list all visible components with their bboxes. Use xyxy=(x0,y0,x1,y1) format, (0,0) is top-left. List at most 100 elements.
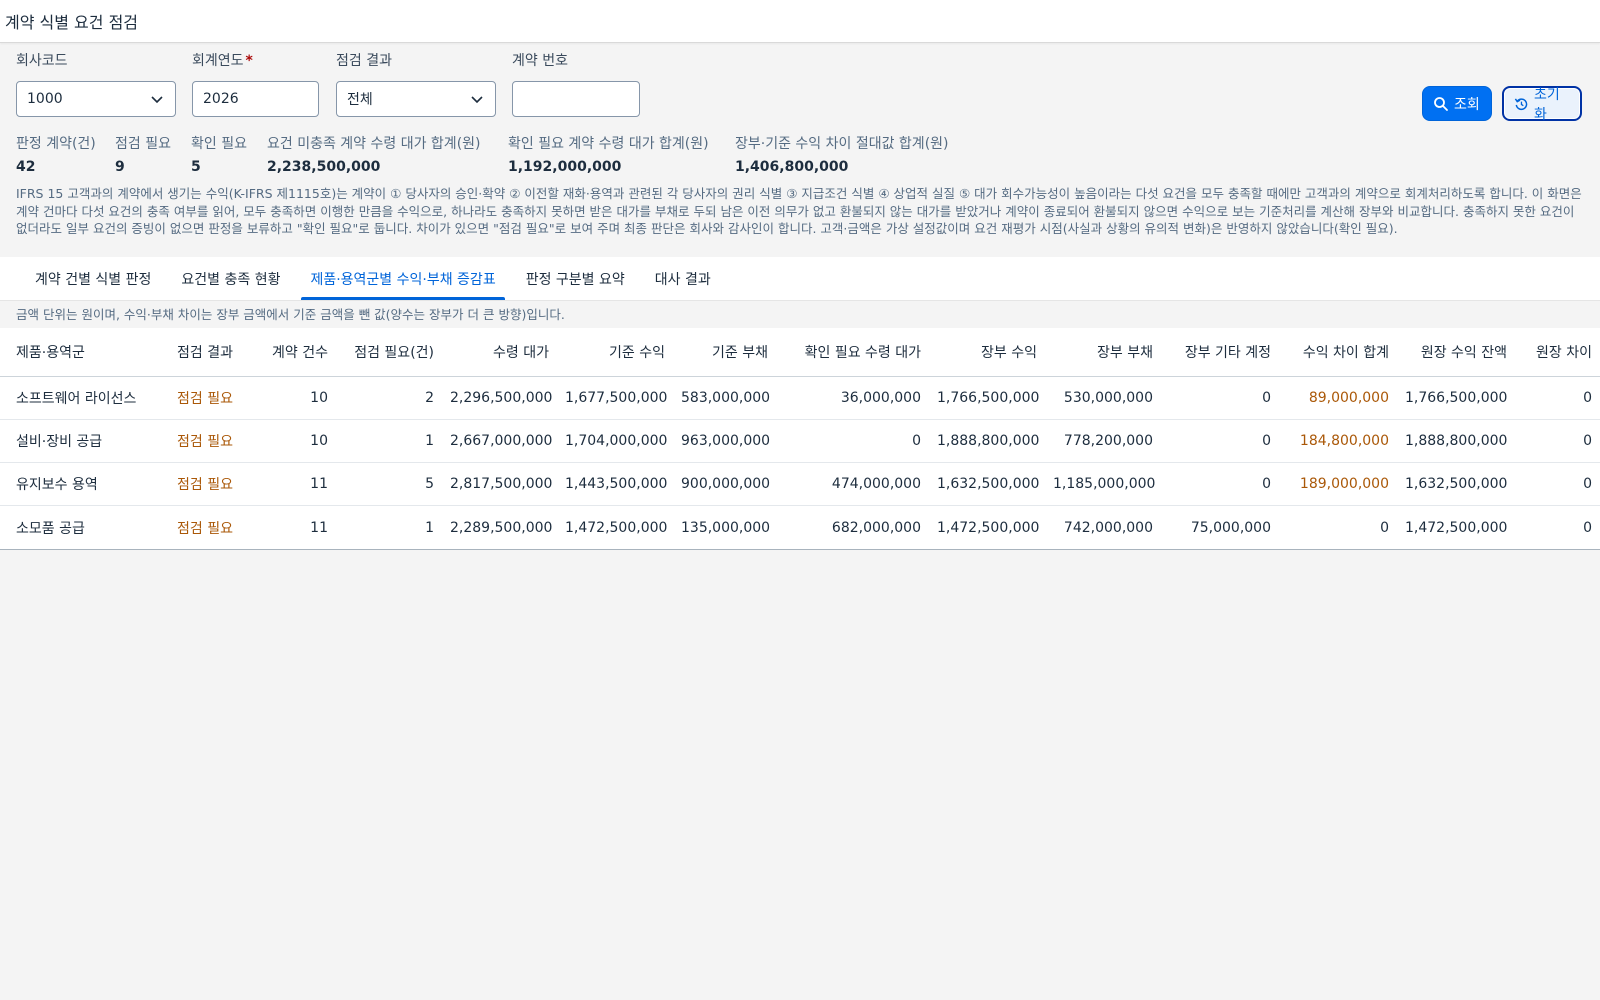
column-header[interactable]: 점검 결과 xyxy=(169,342,253,362)
check-result-label: 점검 결과 xyxy=(336,53,392,69)
table-cell: 소프트웨어 라이선스 xyxy=(16,391,137,407)
column-header[interactable]: 기준 수익 xyxy=(557,342,673,362)
table-cell: 36,000,000 xyxy=(840,390,921,406)
contract-no-field: 계약 번호 xyxy=(512,51,640,117)
table-cell: 0 xyxy=(1262,433,1271,449)
table-cell: 75,000,000 xyxy=(1190,519,1271,536)
company-code-field: 회사코드 1000 xyxy=(16,51,176,117)
filter-bar: 회사코드 1000 회계연도 * 2026 점검 결과 전체 계약 번호 xyxy=(0,43,1600,133)
column-header[interactable]: 확인 필요 수령 대가 xyxy=(776,342,929,362)
tab-requirement-status[interactable]: 요건별 충족 현황 xyxy=(166,257,295,300)
tab-contract-judgment[interactable]: 계약 건별 식별 판정 xyxy=(20,257,166,300)
column-header[interactable]: 점검 필요(건) xyxy=(336,342,442,362)
fiscal-year-input[interactable]: 2026 xyxy=(192,81,319,117)
reset-button[interactable]: 초기화 xyxy=(1502,86,1582,123)
table-cell: 135,000,000 xyxy=(681,519,771,536)
table-row[interactable]: 설비·장비 공급 점검 필요 10 1 2,667,000,000 1,704,… xyxy=(0,420,1600,463)
kpi-label: 요건 미충족 계약 수령 대가 합계(원) xyxy=(267,136,481,152)
check-result-field: 점검 결과 전체 xyxy=(336,51,496,117)
table-cell: 0 xyxy=(1583,519,1592,536)
data-table: 제품·용역군 점검 결과 계약 건수 점검 필요(건) 수령 대가 기준 수익 … xyxy=(0,328,1600,550)
tab-judgment-summary[interactable]: 판정 구분별 요약 xyxy=(511,257,640,300)
difference-cell: 189,000,000 xyxy=(1299,476,1389,492)
table-cell: 1,766,500,000 xyxy=(1405,390,1508,406)
kpi-summary: 판정 계약(건) 42 점검 필요 9 확인 필요 5 요건 미충족 계약 수령… xyxy=(0,133,1600,183)
column-header[interactable]: 장부 수익 xyxy=(929,342,1045,362)
table-cell: 0 xyxy=(1583,390,1592,406)
tab-reconciliation[interactable]: 대사 결과 xyxy=(640,257,726,300)
table-cell: 1,677,500,000 xyxy=(565,390,668,406)
table-cell: 10 xyxy=(310,433,328,449)
column-header[interactable]: 장부 부채 xyxy=(1045,342,1161,362)
page-header: 계약 식별 요건 점검 xyxy=(0,0,1600,43)
reset-icon xyxy=(1514,97,1528,110)
fiscal-year-value: 2026 xyxy=(203,91,239,107)
kpi-check-needed: 점검 필요 9 xyxy=(115,133,171,178)
check-result-value: 전체 xyxy=(347,92,373,108)
column-header[interactable]: 원장 수익 잔액 xyxy=(1397,342,1515,362)
table-cell: 10 xyxy=(310,390,328,406)
kpi-label: 확인 필요 계약 수령 대가 합계(원) xyxy=(508,136,709,152)
chevron-down-icon xyxy=(151,96,163,104)
table-cell: 유지보수 용역 xyxy=(16,477,98,493)
table-cell: 11 xyxy=(310,476,328,492)
table-cell: 2 xyxy=(425,390,434,406)
status-cell: 점검 필요 xyxy=(177,520,233,537)
table-cell: 682,000,000 xyxy=(831,519,921,536)
kpi-value: 1,406,800,000 xyxy=(735,159,849,175)
table-cell: 0 xyxy=(1583,476,1592,492)
contract-no-input[interactable] xyxy=(512,81,640,117)
company-code-select[interactable]: 1000 xyxy=(16,81,176,117)
table-cell: 11 xyxy=(310,519,328,536)
required-mark: * xyxy=(245,53,253,69)
table-cell: 2,289,500,000 xyxy=(450,519,553,536)
table-cell: 742,000,000 xyxy=(1063,519,1153,536)
check-result-select[interactable]: 전체 xyxy=(336,81,496,117)
search-icon xyxy=(1434,96,1448,111)
contract-no-label: 계약 번호 xyxy=(512,53,568,69)
table-cell: 474,000,000 xyxy=(831,476,921,492)
column-header[interactable]: 장부 기타 계정 xyxy=(1161,342,1279,362)
kpi-unmet-consideration: 요건 미충족 계약 수령 대가 합계(원) 2,238,500,000 xyxy=(267,133,481,178)
kpi-value: 1,192,000,000 xyxy=(508,159,622,175)
kpi-value: 42 xyxy=(16,159,36,175)
table-cell: 1,472,500,000 xyxy=(565,519,668,536)
search-button[interactable]: 조회 xyxy=(1422,86,1492,121)
table-cell: 소모품 공급 xyxy=(16,520,85,537)
table-cell: 1,766,500,000 xyxy=(937,390,1040,406)
kpi-label: 장부·기준 수익 차이 절대값 합계(원) xyxy=(735,136,949,152)
reset-button-label: 초기화 xyxy=(1533,86,1560,123)
table-cell: 0 xyxy=(1262,476,1271,492)
table-cell: 900,000,000 xyxy=(681,476,771,492)
table-cell: 1 xyxy=(425,519,434,536)
tab-product-revenue-liability[interactable]: 제품·용역군별 수익·부채 증감표 xyxy=(295,257,510,300)
column-header[interactable]: 계약 건수 xyxy=(253,342,336,362)
table-cell: 1,632,500,000 xyxy=(1405,476,1508,492)
search-button-label: 조회 xyxy=(1454,96,1480,113)
column-header[interactable]: 제품·용역군 xyxy=(0,342,169,362)
table-row[interactable]: 소모품 공급 점검 필요 11 1 2,289,500,000 1,472,50… xyxy=(0,506,1600,549)
table-cell: 설비·장비 공급 xyxy=(16,434,103,450)
status-cell: 점검 필요 xyxy=(177,477,233,493)
column-header[interactable]: 수익 차이 합계 xyxy=(1279,342,1397,362)
table-cell: 0 xyxy=(1262,390,1271,406)
column-header[interactable]: 수령 대가 xyxy=(442,342,557,362)
column-header[interactable]: 원장 차이 xyxy=(1515,342,1600,362)
table-cell: 778,200,000 xyxy=(1063,433,1153,449)
fiscal-year-field: 회계연도 * 2026 xyxy=(192,51,319,117)
difference-cell: 0 xyxy=(1380,519,1389,536)
status-cell: 점검 필요 xyxy=(177,434,233,450)
table-cell: 2,296,500,000 xyxy=(450,390,553,406)
page-title: 계약 식별 요건 점검 xyxy=(5,13,139,32)
kpi-label: 점검 필요 xyxy=(115,136,171,152)
table-note: 금액 단위는 원이며, 수익·부채 차이는 장부 금액에서 기준 금액을 뺀 값… xyxy=(16,307,565,322)
difference-cell: 89,000,000 xyxy=(1308,390,1389,406)
column-header[interactable]: 기준 부채 xyxy=(673,342,776,362)
company-code-value: 1000 xyxy=(27,91,63,107)
table-header-row: 제품·용역군 점검 결과 계약 건수 점검 필요(건) 수령 대가 기준 수익 … xyxy=(0,328,1600,377)
kpi-revenue-difference: 장부·기준 수익 차이 절대값 합계(원) 1,406,800,000 xyxy=(735,133,949,178)
table-row[interactable]: 유지보수 용역 점검 필요 11 5 2,817,500,000 1,443,5… xyxy=(0,463,1600,506)
table-cell: 583,000,000 xyxy=(681,390,771,406)
table-row[interactable]: 소프트웨어 라이선스 점검 필요 10 2 2,296,500,000 1,67… xyxy=(0,377,1600,420)
table-cell: 1 xyxy=(425,433,434,449)
